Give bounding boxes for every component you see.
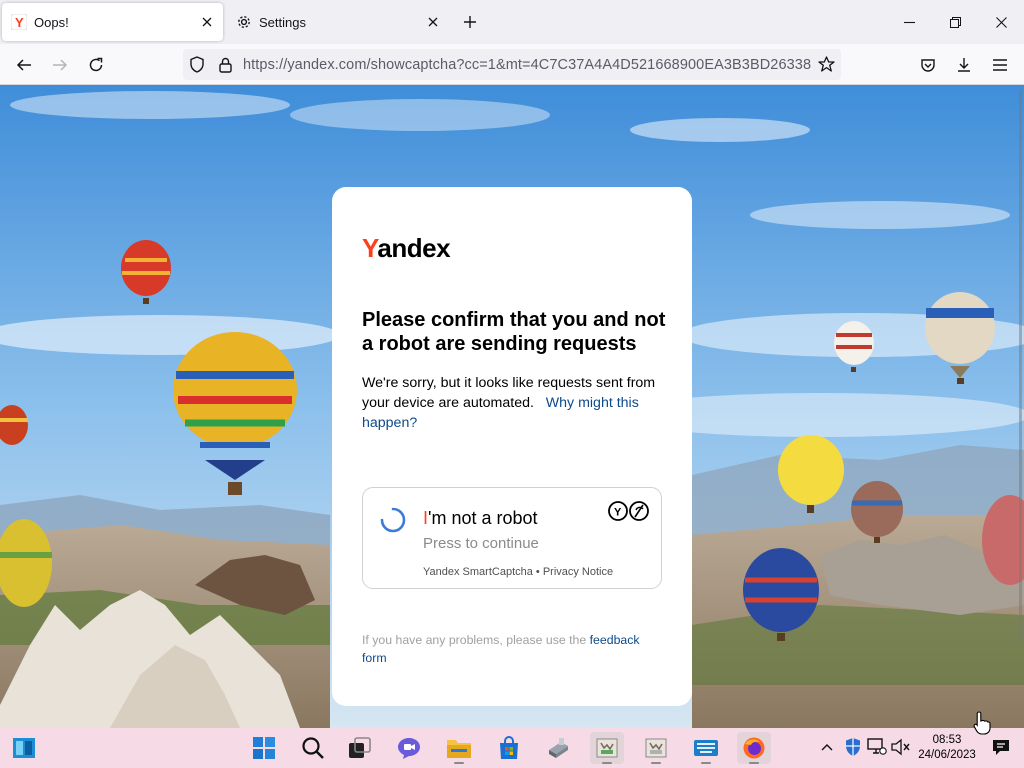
firefox-icon[interactable] <box>737 732 771 764</box>
windows-start-icon[interactable] <box>247 732 281 764</box>
taskbar: 08:53 24/06/2023 <box>0 728 1024 768</box>
system-clock[interactable]: 08:53 24/06/2023 <box>915 733 979 763</box>
downloads-icon[interactable] <box>949 50 979 80</box>
tab-title: Oops! <box>34 14 69 30</box>
file-explorer-icon[interactable] <box>442 732 476 764</box>
press-to-continue-text: Press to continue <box>423 535 539 552</box>
new-tab-icon[interactable] <box>458 10 482 34</box>
tab-oops[interactable]: Y Oops! <box>2 3 223 41</box>
widgets-icon[interactable] <box>7 732 41 764</box>
gear-icon <box>236 14 252 30</box>
svg-text:Y: Y <box>614 507 622 519</box>
keyboard-app-icon[interactable] <box>689 732 723 764</box>
address-bar[interactable]: https://yandex.com/showcaptcha?cc=1&mt=4… <box>183 49 841 80</box>
clock-time: 08:53 <box>932 734 962 746</box>
url-text[interactable]: https://yandex.com/showcaptcha?cc=1&mt=4… <box>239 57 811 73</box>
clock-date: 24/06/2023 <box>918 749 976 761</box>
hand-cursor-icon <box>973 711 991 735</box>
security-shield-icon[interactable] <box>842 736 864 758</box>
search-icon[interactable] <box>296 732 330 764</box>
lock-icon[interactable] <box>211 50 239 80</box>
chevron-up-icon[interactable] <box>816 736 838 758</box>
yandex-logo: Yandex <box>362 233 451 263</box>
page-viewport: Yandex Please confirm that you and not a… <box>0 85 1024 728</box>
page-scrollbar[interactable] <box>1019 89 1022 644</box>
close-tab-icon[interactable] <box>195 10 219 34</box>
captcha-heading: Please confirm that you and not a robot … <box>362 309 666 355</box>
bookmark-star-icon[interactable] <box>811 50 841 80</box>
chat-icon[interactable] <box>392 732 426 764</box>
tab-title: Settings <box>259 14 306 30</box>
help-prefix: If you have any problems, please use the <box>362 633 587 647</box>
tab-strip: Y Oops! Settings <box>0 0 1024 44</box>
pocket-icon[interactable] <box>913 50 943 80</box>
close-tab-icon[interactable] <box>421 10 445 34</box>
network-icon[interactable] <box>866 736 888 758</box>
menu-icon[interactable] <box>985 50 1015 80</box>
yandex-favicon-icon: Y <box>11 14 27 30</box>
back-arrow-icon[interactable] <box>9 50 39 80</box>
captcha-description: We're sorry, but it looks like requests … <box>362 373 667 433</box>
restore-icon[interactable] <box>932 6 978 38</box>
store-icon[interactable] <box>492 732 526 764</box>
app-icon[interactable] <box>541 732 575 764</box>
not-a-robot-checkbox[interactable]: I'm not a robot Press to continue Y Yand… <box>362 487 662 589</box>
loading-spinner-icon <box>380 507 406 533</box>
forward-arrow-icon[interactable] <box>45 50 75 80</box>
not-a-robot-label: I'm not a robot <box>423 508 538 528</box>
app-icon-2[interactable] <box>590 732 624 764</box>
notifications-icon[interactable] <box>990 736 1012 758</box>
minimize-icon[interactable] <box>886 6 932 38</box>
task-view-icon[interactable] <box>343 732 377 764</box>
svg-text:Y: Y <box>15 15 24 30</box>
app-icon-3[interactable] <box>639 732 673 764</box>
close-window-icon[interactable] <box>978 6 1024 38</box>
tracking-shield-icon[interactable] <box>183 50 211 80</box>
help-text: If you have any problems, please use the… <box>362 631 662 667</box>
smartcaptcha-notice[interactable]: Yandex SmartCaptcha • Privacy Notice <box>423 566 613 578</box>
smartcaptcha-logo-icon: Y <box>608 500 650 522</box>
tab-settings[interactable]: Settings <box>227 3 449 41</box>
speaker-muted-icon[interactable] <box>890 736 912 758</box>
captcha-card: Yandex Please confirm that you and not a… <box>332 187 692 706</box>
reload-icon[interactable] <box>81 50 111 80</box>
